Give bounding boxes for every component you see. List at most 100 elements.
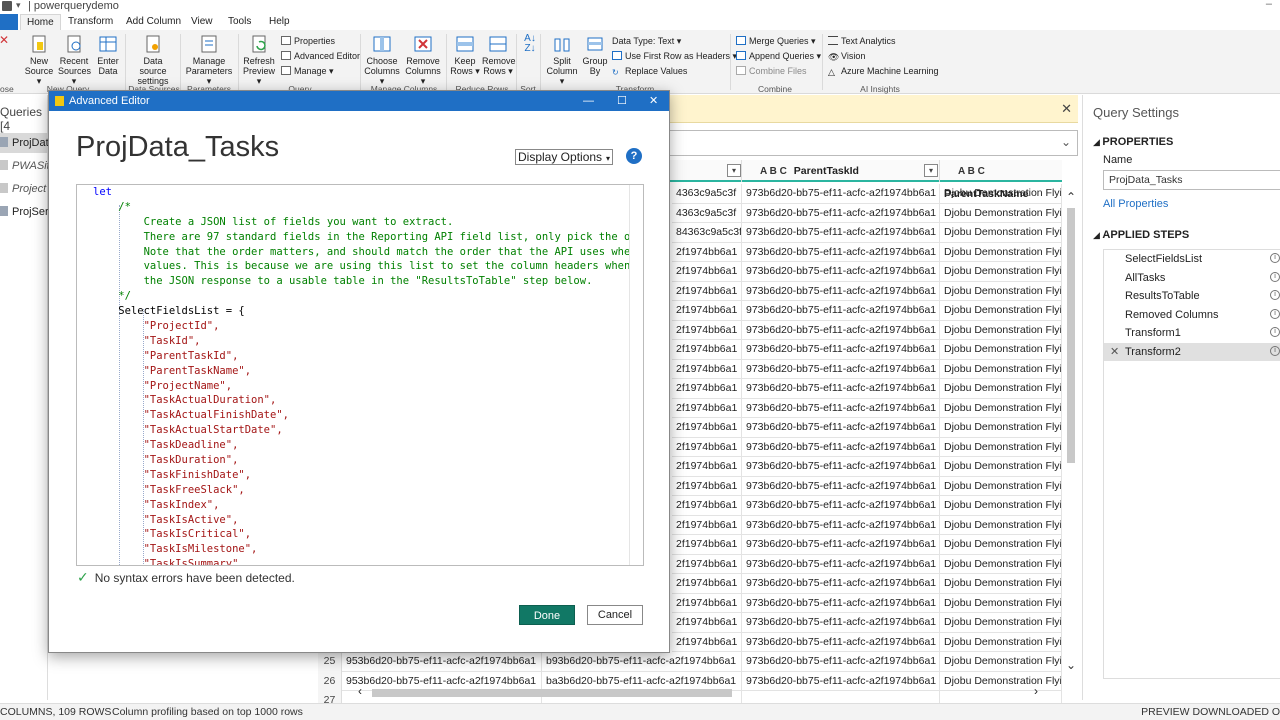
table-cell[interactable]: Djobu Demonstration Flyi — [940, 242, 1062, 262]
split-column-button[interactable]: Split Column ▾ — [544, 34, 580, 86]
table-cell[interactable]: 973b6d20-bb75-ef11-acfc-a2f1974bb6a1 — [742, 457, 940, 477]
table-cell[interactable]: 4363c9a5c3f — [672, 203, 742, 223]
delete-step-icon[interactable]: ✕ — [1110, 343, 1119, 361]
table-cell[interactable]: Djobu Demonstration Flyi — [940, 437, 1062, 457]
chevron-up-icon[interactable]: ⌃ — [1064, 190, 1078, 204]
close-icon[interactable]: ✕ — [1061, 101, 1072, 117]
settings-gear-icon[interactable]: i — [1270, 271, 1280, 282]
code-line[interactable]: Note that the order matters, and should … — [93, 245, 643, 260]
table-cell[interactable]: 2f1974bb6a1 — [672, 320, 742, 340]
help-icon[interactable]: ? — [626, 148, 642, 164]
table-cell[interactable]: 973b6d20-bb75-ef11-acfc-a2f1974bb6a1 — [742, 613, 940, 633]
step-item[interactable]: Removed Columns i — [1104, 306, 1280, 325]
table-cell[interactable]: 2f1974bb6a1 — [672, 476, 742, 496]
table-cell[interactable]: 2f1974bb6a1 — [672, 418, 742, 438]
code-line[interactable]: */ — [93, 289, 643, 304]
horizontal-scrollbar[interactable]: ‹ › — [352, 684, 1052, 700]
table-cell[interactable]: Djobu Demonstration Flyi — [940, 340, 1062, 360]
column-header-parent-task-id[interactable]: A B C ParentTaskId ▾ — [742, 160, 940, 182]
table-cell[interactable]: Djobu Demonstration Flyi — [940, 379, 1062, 399]
code-line[interactable]: There are 97 standard fields in the Repo… — [93, 230, 643, 245]
step-item[interactable]: ✕ Transform2 i — [1104, 342, 1280, 361]
close-apply-button[interactable]: ✕ — [0, 34, 12, 56]
table-cell[interactable]: Djobu Demonstration Flyi — [940, 418, 1062, 438]
table-cell[interactable]: 973b6d20-bb75-ef11-acfc-a2f1974bb6a1 — [742, 184, 940, 204]
data-source-settings-button[interactable]: Data source settings — [130, 34, 176, 86]
group-by-button[interactable]: Group By — [582, 34, 608, 76]
code-line[interactable]: "TaskIsSummary", — [93, 557, 643, 565]
combine-files-button[interactable]: Combine Files — [736, 66, 807, 76]
display-options-dropdown[interactable]: Display Options ▾ — [515, 149, 614, 165]
table-cell[interactable]: 2f1974bb6a1 — [672, 496, 742, 516]
table-cell[interactable]: Djobu Demonstration Flyi — [940, 262, 1062, 282]
table-cell[interactable]: 2f1974bb6a1 — [672, 301, 742, 321]
row-number[interactable]: 25 — [318, 652, 342, 672]
column-header-parent-task-name[interactable]: A B C ParentTaskName — [940, 160, 1062, 200]
editor-scrollbar[interactable] — [629, 185, 643, 565]
table-cell[interactable]: 973b6d20-bb75-ef11-acfc-a2f1974bb6a1 — [742, 515, 940, 535]
tab-tools[interactable]: Tools — [222, 14, 257, 30]
table-cell[interactable]: 973b6d20-bb75-ef11-acfc-a2f1974bb6a1 — [742, 652, 940, 672]
table-cell[interactable]: 2f1974bb6a1 — [672, 437, 742, 457]
code-line[interactable]: Create a JSON list of fields you want to… — [93, 215, 643, 230]
settings-gear-icon[interactable]: i — [1270, 290, 1280, 300]
done-button[interactable]: Done — [519, 605, 575, 625]
recent-sources-button[interactable]: Recent Sources ▾ — [58, 34, 91, 86]
table-cell[interactable]: Djobu Demonstration Flyi — [940, 359, 1062, 379]
query-name-input[interactable]: ProjData_Tasks — [1103, 170, 1280, 190]
table-cell[interactable]: Djobu Demonstration Flyi — [940, 593, 1062, 613]
collapse-icon[interactable]: ◢ — [1093, 230, 1102, 240]
row-number[interactable]: 26 — [318, 671, 342, 691]
chevron-down-icon[interactable]: ▾ — [924, 164, 938, 177]
table-cell[interactable]: 973b6d20-bb75-ef11-acfc-a2f1974bb6a1 — [742, 262, 940, 282]
table-cell[interactable]: Djobu Demonstration Flyi — [940, 457, 1062, 477]
close-icon[interactable]: ✕ — [649, 91, 658, 111]
code-editor[interactable]: let /* Create a JSON list of fields you … — [76, 184, 644, 566]
tab-transform[interactable]: Transform — [62, 14, 119, 30]
vision-button[interactable]: 👁 Vision — [828, 51, 865, 62]
tab-help[interactable]: Help — [263, 14, 296, 30]
chevron-left-icon[interactable]: ‹ — [358, 684, 362, 698]
quick-access-dropdown-icon[interactable]: ▾ — [16, 0, 21, 11]
code-line[interactable]: "TaskIsActive", — [93, 513, 643, 528]
code-line[interactable]: "TaskIsCritical", — [93, 527, 643, 542]
query-item[interactable]: ProjDat — [0, 133, 48, 153]
table-cell[interactable]: Djobu Demonstration Flyi — [940, 554, 1062, 574]
minimize-icon[interactable]: — — [583, 91, 594, 111]
step-item[interactable]: AllTasks i — [1104, 269, 1280, 288]
cancel-button[interactable]: Cancel — [587, 605, 643, 625]
step-item[interactable]: ResultsToTable i — [1104, 287, 1280, 306]
chevron-right-icon[interactable]: › — [1034, 684, 1038, 698]
settings-gear-icon[interactable]: i — [1270, 327, 1280, 337]
query-item[interactable]: PWASit — [0, 156, 48, 176]
table-cell[interactable]: 973b6d20-bb75-ef11-acfc-a2f1974bb6a1 — [742, 418, 940, 438]
table-cell[interactable]: 973b6d20-bb75-ef11-acfc-a2f1974bb6a1 — [742, 223, 940, 243]
code-line[interactable]: "TaskIsMilestone", — [93, 542, 643, 557]
applied-steps-header[interactable]: ◢ APPLIED STEPS — [1093, 229, 1189, 241]
status-profiling[interactable]: Column profiling based on top 1000 rows — [112, 704, 303, 720]
table-cell[interactable]: Djobu Demonstration Flyi — [940, 320, 1062, 340]
table-cell[interactable]: 2f1974bb6a1 — [672, 398, 742, 418]
table-cell[interactable]: 973b6d20-bb75-ef11-acfc-a2f1974bb6a1 — [742, 359, 940, 379]
table-cell[interactable]: b93b6d20-bb75-ef11-acfc-a2f1974bb6a1 — [542, 652, 742, 672]
table-cell[interactable]: Djobu Demonstration Flyi — [940, 515, 1062, 535]
query-item[interactable]: Project — [0, 179, 48, 199]
text-type-icon[interactable]: A B C — [760, 166, 787, 177]
table-cell[interactable]: 973b6d20-bb75-ef11-acfc-a2f1974bb6a1 — [742, 242, 940, 262]
merge-queries-button[interactable]: Merge Queries ▾ — [736, 36, 816, 47]
append-queries-button[interactable]: Append Queries ▾ — [736, 51, 821, 62]
code-line[interactable]: "TaskFinishDate", — [93, 468, 643, 483]
table-cell[interactable]: 2f1974bb6a1 — [672, 613, 742, 633]
use-first-row-button[interactable]: Use First Row as Headers ▾ — [612, 51, 737, 62]
table-cell[interactable]: 953b6d20-bb75-ef11-acfc-a2f1974bb6a1 — [342, 652, 542, 672]
new-source-button[interactable]: New Source ▾ — [24, 34, 54, 86]
table-cell[interactable]: 973b6d20-bb75-ef11-acfc-a2f1974bb6a1 — [742, 437, 940, 457]
settings-gear-icon[interactable]: i — [1270, 253, 1280, 263]
code-line[interactable]: values. This is because we are using thi… — [93, 259, 643, 274]
table-cell[interactable]: 973b6d20-bb75-ef11-acfc-a2f1974bb6a1 — [742, 574, 940, 594]
column-filter-button[interactable]: ▾ — [726, 160, 742, 182]
table-cell[interactable]: 973b6d20-bb75-ef11-acfc-a2f1974bb6a1 — [742, 320, 940, 340]
table-cell[interactable]: 2f1974bb6a1 — [672, 554, 742, 574]
table-cell[interactable]: 2f1974bb6a1 — [672, 574, 742, 594]
properties-header[interactable]: ◢ PROPERTIES — [1093, 136, 1173, 148]
